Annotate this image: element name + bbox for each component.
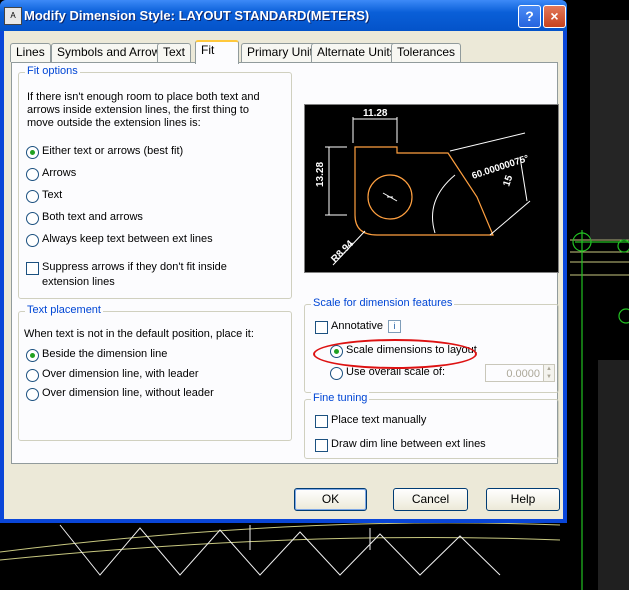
place-text-manually-checkbox[interactable] (315, 415, 328, 428)
fine-tuning-legend: Fine tuning (311, 392, 370, 404)
dialog-client-area: Lines Symbols and Arrows Text Fit Primar… (4, 31, 563, 519)
radio-text[interactable] (26, 190, 39, 203)
preview-dim-right: 15 (501, 174, 515, 188)
radio-over-with-leader[interactable] (26, 369, 39, 382)
radio-label[interactable]: Either text or arrows (best fit) (42, 145, 183, 157)
title-bar[interactable]: A Modify Dimension Style: LAYOUT STANDAR… (0, 0, 567, 31)
radio-beside-dim-line[interactable] (26, 349, 39, 362)
close-button[interactable]: × (543, 5, 566, 28)
fit-description-line: arrows inside extension lines, the first… (27, 104, 249, 116)
radio-always-keep-text[interactable] (26, 234, 39, 247)
tab-tolerances[interactable]: Tolerances (391, 43, 462, 62)
fit-description-line: move outside the extension lines is: (27, 117, 201, 129)
radio-over-without-leader[interactable] (26, 388, 39, 401)
fit-options-legend: Fit options (25, 65, 80, 77)
text-placement-prompt: When text is not in the default position… (24, 328, 254, 340)
radio-label[interactable]: Over dimension line, without leader (42, 387, 214, 399)
radio-label[interactable]: Text (42, 189, 62, 201)
cancel-button[interactable]: Cancel (393, 488, 468, 511)
modify-dimension-style-dialog: A Modify Dimension Style: LAYOUT STANDAR… (0, 0, 567, 523)
radio-overall-scale[interactable] (330, 367, 343, 380)
radio-label[interactable]: Both text and arrows (42, 211, 143, 223)
suppress-arrows-label[interactable]: extension lines (42, 276, 115, 288)
suppress-arrows-label[interactable]: Suppress arrows if they don't fit inside (42, 261, 227, 273)
overall-scale-input[interactable]: 0.0000 (485, 364, 545, 382)
fit-options-group: Fit options If there isn't enough room t… (18, 65, 292, 299)
text-placement-legend: Text placement (25, 304, 103, 316)
radio-label[interactable]: Beside the dimension line (42, 348, 167, 360)
radio-arrows[interactable] (26, 168, 39, 181)
preview-dim-left: 13.28 (315, 162, 326, 187)
radio-best-fit[interactable] (26, 146, 39, 159)
overall-scale-spinner[interactable]: ▲ ▼ (543, 364, 555, 382)
tab-symbols-and-arrows[interactable]: Symbols and Arrows (51, 43, 173, 62)
radio-label[interactable]: Arrows (42, 167, 76, 179)
preview-dim-top: 11.28 (363, 108, 388, 119)
help-button[interactable]: Help (486, 488, 560, 511)
scale-legend: Scale for dimension features (311, 297, 455, 309)
draw-dim-line-label[interactable]: Draw dim line between ext lines (331, 438, 486, 450)
text-placement-group: Text placement When text is not in the d… (18, 304, 292, 441)
suppress-arrows-checkbox[interactable] (26, 262, 39, 275)
preview-dim-radius: R8.94 (329, 238, 356, 265)
fine-tuning-group: Fine tuning Place text manually Draw dim… (304, 392, 559, 459)
highlight-ellipse (313, 339, 477, 369)
fit-tab-pane: Fit options If there isn't enough room t… (11, 62, 559, 464)
annotative-checkbox[interactable] (315, 321, 328, 334)
fit-description-line: If there isn't enough room to place both… (27, 91, 260, 103)
dialog-title: Modify Dimension Style: LAYOUT STANDARD(… (24, 8, 370, 23)
radio-label[interactable]: Over dimension line, with leader (42, 368, 199, 380)
radio-both-text-and-arrows[interactable] (26, 212, 39, 225)
ok-button[interactable]: OK (294, 488, 367, 511)
info-icon[interactable]: i (388, 320, 401, 333)
tab-alternate-units[interactable]: Alternate Units (311, 43, 402, 62)
tab-text[interactable]: Text (157, 43, 192, 62)
tab-fit[interactable]: Fit (195, 40, 239, 64)
draw-dim-line-checkbox[interactable] (315, 439, 328, 452)
tab-lines[interactable]: Lines (10, 43, 51, 62)
autocad-app-icon: A (4, 7, 22, 25)
annotative-label[interactable]: Annotative (331, 320, 383, 332)
titlebar-help-button[interactable]: ? (518, 5, 541, 28)
radio-label[interactable]: Always keep text between ext lines (42, 233, 213, 245)
place-text-manually-label[interactable]: Place text manually (331, 414, 426, 426)
dimension-preview: 11.28 13.28 60.00000075° 15 R8.94 (304, 104, 559, 273)
